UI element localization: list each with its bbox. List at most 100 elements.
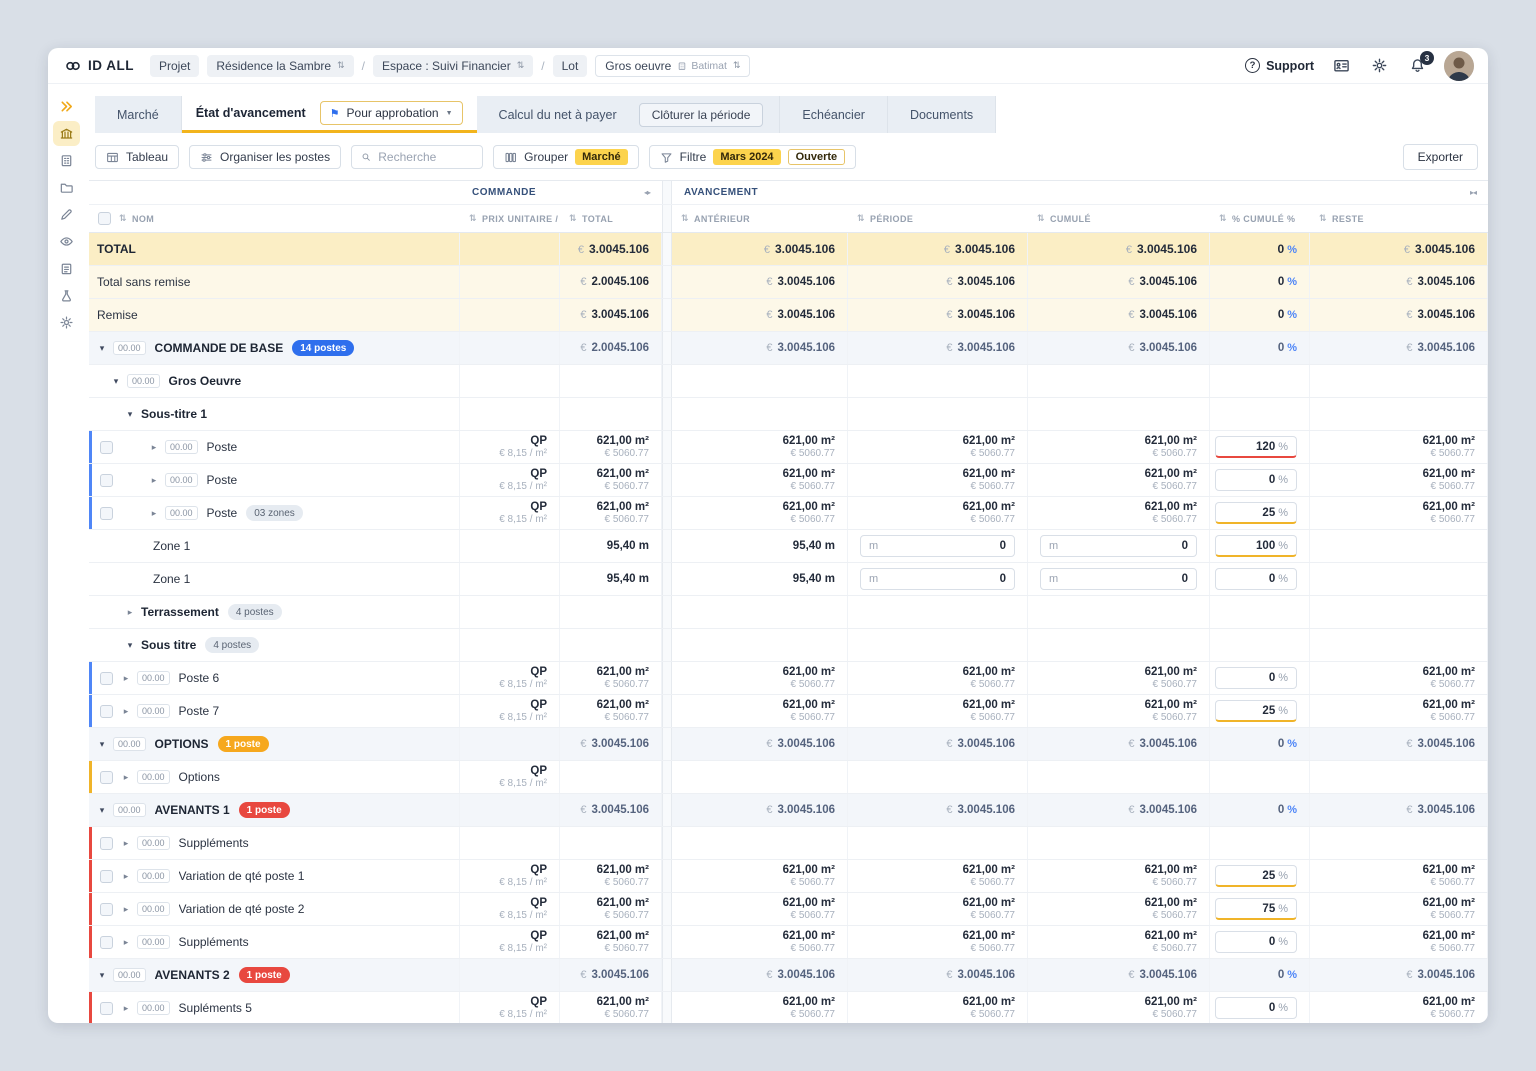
- table-row[interactable]: ▸00.00SupplémentsQP€ 8,15 / m²621,00 m²€…: [89, 926, 1488, 959]
- table-row[interactable]: ▸00.00PosteQP€ 8,15 / m²621,00 m²€ 5060.…: [89, 431, 1488, 464]
- space-select[interactable]: Espace : Suivi Financier ⇅: [373, 55, 533, 77]
- table-row[interactable]: ▸00.00OptionsQP€ 8,15 / m²: [89, 761, 1488, 794]
- select-all-checkbox[interactable]: [98, 212, 111, 225]
- table-row[interactable]: Zone 195,40 m95,40 mm0m00%: [89, 563, 1488, 596]
- collapse-row-icon[interactable]: ▾: [97, 343, 107, 354]
- table-row[interactable]: ▾00.00AVENANTS 11 poste€3.0045.106€3.004…: [89, 794, 1488, 827]
- table-row[interactable]: ▾00.00AVENANTS 21 poste€3.0045.106€3.004…: [89, 959, 1488, 992]
- table-row[interactable]: ▸00.00Poste03 zonesQP€ 8,15 / m²621,00 m…: [89, 497, 1488, 530]
- table-row[interactable]: ▾00.00COMMANDE DE BASE14 postes€2.0045.1…: [89, 332, 1488, 365]
- table-row[interactable]: ▾00.00Gros Oeuvre: [89, 365, 1488, 398]
- notifications-icon[interactable]: 3: [1406, 55, 1428, 77]
- expand-row-icon[interactable]: ▸: [121, 904, 131, 915]
- organiser-postes-button[interactable]: Organiser les postes: [189, 145, 341, 169]
- expand-columns-icon[interactable]: ◂▸: [644, 188, 650, 197]
- measure-input[interactable]: m0: [1040, 568, 1197, 590]
- table-row[interactable]: ▾Sous-titre 1: [89, 398, 1488, 431]
- table-row[interactable]: ▾00.00OPTIONS1 poste€3.0045.106€3.0045.1…: [89, 728, 1488, 761]
- tab-documents[interactable]: Documents: [888, 96, 995, 133]
- signature-icon[interactable]: [53, 202, 80, 227]
- tab-echeancier[interactable]: Echéancier: [780, 96, 887, 133]
- settings-icon[interactable]: [1368, 55, 1390, 77]
- row-checkbox[interactable]: [100, 441, 113, 454]
- lot-select[interactable]: Gros oeuvre Batimat ⇅: [595, 55, 750, 77]
- lab-icon[interactable]: [53, 283, 80, 308]
- expand-row-icon[interactable]: ▸: [149, 508, 159, 519]
- tab-marche[interactable]: Marché: [95, 96, 181, 133]
- expand-row-icon[interactable]: ▸: [121, 838, 131, 849]
- row-checkbox[interactable]: [100, 903, 113, 916]
- table-row[interactable]: TOTAL€3.0045.106€3.0045.106€3.0045.106€3…: [89, 233, 1488, 266]
- exporter-button[interactable]: Exporter: [1403, 144, 1478, 170]
- table-row[interactable]: ▸00.00Variation de qté poste 1QP€ 8,15 /…: [89, 860, 1488, 893]
- tab-calcul-net[interactable]: Calcul du net à payer: [477, 96, 639, 133]
- visibility-icon[interactable]: [53, 229, 80, 254]
- sort-icon[interactable]: ⇅: [1319, 213, 1327, 224]
- pct-input[interactable]: 100%: [1215, 535, 1297, 557]
- collapse-columns-icon[interactable]: ▸◂: [1470, 188, 1476, 197]
- collapse-row-icon[interactable]: ▾: [111, 376, 121, 387]
- filtre-button[interactable]: Filtre Mars 2024 Ouverte: [649, 145, 856, 169]
- table-row[interactable]: ▸00.00Poste 6QP€ 8,15 / m²621,00 m²€ 506…: [89, 662, 1488, 695]
- sort-icon[interactable]: ⇅: [1037, 213, 1045, 224]
- expand-row-icon[interactable]: ▸: [125, 607, 135, 618]
- row-checkbox[interactable]: [100, 672, 113, 685]
- collapse-row-icon[interactable]: ▾: [125, 640, 135, 651]
- table-row[interactable]: Remise€3.0045.106€3.0045.106€3.0045.106€…: [89, 299, 1488, 332]
- sort-icon[interactable]: ⇅: [569, 213, 577, 224]
- table-row[interactable]: ▸00.00Supléments 5QP€ 8,15 / m²621,00 m²…: [89, 992, 1488, 1023]
- row-checkbox[interactable]: [100, 771, 113, 784]
- folder-icon[interactable]: [53, 175, 80, 200]
- table-row[interactable]: ▸00.00Variation de qté poste 2QP€ 8,15 /…: [89, 893, 1488, 926]
- row-checkbox[interactable]: [100, 837, 113, 850]
- table-row[interactable]: ▸Terrassement4 postes: [89, 596, 1488, 629]
- table-row[interactable]: ▾Sous titre4 postes: [89, 629, 1488, 662]
- table-row[interactable]: Zone 195,40 m95,40 mm0m0100%: [89, 530, 1488, 563]
- sort-icon[interactable]: ⇅: [857, 213, 865, 224]
- table-row[interactable]: ▸00.00PosteQP€ 8,15 / m²621,00 m²€ 5060.…: [89, 464, 1488, 497]
- sort-icon[interactable]: ⇅: [119, 213, 127, 224]
- pct-input[interactable]: 0%: [1215, 568, 1297, 590]
- pct-input[interactable]: 120%: [1215, 436, 1297, 458]
- collapse-row-icon[interactable]: ▾: [97, 970, 107, 981]
- project-select[interactable]: Résidence la Sambre ⇅: [207, 55, 353, 77]
- avatar[interactable]: [1444, 51, 1474, 81]
- expand-row-icon[interactable]: ▸: [121, 1003, 131, 1014]
- collapse-row-icon[interactable]: ▾: [97, 739, 107, 750]
- table-row[interactable]: ▸00.00Poste 7QP€ 8,15 / m²621,00 m²€ 506…: [89, 695, 1488, 728]
- grouper-button[interactable]: Grouper Marché: [493, 145, 639, 169]
- filtre-chip-periode[interactable]: Mars 2024: [713, 149, 780, 165]
- collapse-row-icon[interactable]: ▾: [125, 409, 135, 420]
- pct-input[interactable]: 0%: [1215, 931, 1297, 953]
- row-checkbox[interactable]: [100, 936, 113, 949]
- row-checkbox[interactable]: [100, 705, 113, 718]
- pct-input[interactable]: 0%: [1215, 469, 1297, 491]
- measure-input[interactable]: m0: [1040, 535, 1197, 557]
- table-row[interactable]: ▸00.00Suppléments: [89, 827, 1488, 860]
- measure-input[interactable]: m0: [860, 535, 1015, 557]
- company-icon[interactable]: [53, 148, 80, 173]
- filtre-chip-statut[interactable]: Ouverte: [788, 149, 846, 165]
- tasks-icon[interactable]: [53, 256, 80, 281]
- sort-icon[interactable]: ⇅: [681, 213, 689, 224]
- approbation-dropdown[interactable]: ⚑ Pour approbation ▼: [320, 101, 463, 125]
- pct-input[interactable]: 0%: [1215, 667, 1297, 689]
- settings-sidebar-icon[interactable]: [53, 310, 80, 335]
- expand-row-icon[interactable]: ▸: [149, 442, 159, 453]
- sort-icon[interactable]: ⇅: [1219, 213, 1227, 224]
- pct-input[interactable]: 75%: [1215, 898, 1297, 920]
- grouper-chip[interactable]: Marché: [575, 149, 628, 165]
- cloturer-periode-button[interactable]: Clôturer la période: [639, 103, 764, 127]
- contacts-icon[interactable]: [1330, 55, 1352, 77]
- row-checkbox[interactable]: [100, 1002, 113, 1015]
- search-input[interactable]: [378, 150, 473, 164]
- pct-input[interactable]: 25%: [1215, 502, 1297, 524]
- pct-input[interactable]: 25%: [1215, 700, 1297, 722]
- row-checkbox[interactable]: [100, 474, 113, 487]
- row-checkbox[interactable]: [100, 870, 113, 883]
- pct-input[interactable]: 0%: [1215, 997, 1297, 1019]
- support-button[interactable]: ? Support: [1245, 58, 1314, 73]
- expand-row-icon[interactable]: ▸: [121, 871, 131, 882]
- table-row[interactable]: Total sans remise€2.0045.106€3.0045.106€…: [89, 266, 1488, 299]
- expand-row-icon[interactable]: ▸: [121, 673, 131, 684]
